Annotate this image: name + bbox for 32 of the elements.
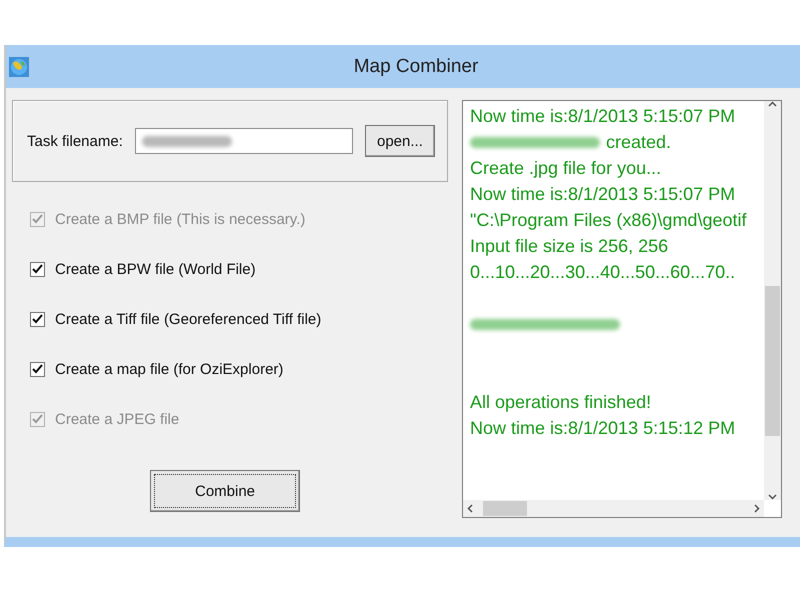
log-line: Input file size is 256, 256 <box>470 235 668 258</box>
checkmark-icon <box>32 414 43 424</box>
field-label: Task filename: <box>27 132 123 150</box>
log-line: Create .jpg file for you... <box>470 157 662 180</box>
checkbox[interactable] <box>30 262 45 276</box>
window-title: Map Combiner <box>352 56 480 78</box>
vertical-scrollbar[interactable] <box>764 101 781 500</box>
checkbox-label: Create a map file (for OziExplorer) <box>55 360 284 378</box>
checkbox-label: Create a BPW file (World File) <box>55 260 256 278</box>
checkmark-icon <box>32 314 43 324</box>
log-line: "C:\Program Files (x86)\gmd\geotif <box>470 209 746 232</box>
log-line: All operations finished! <box>470 391 652 414</box>
filename-field[interactable] <box>134 128 353 154</box>
horizontal-scrollbar[interactable] <box>463 500 764 517</box>
globe-icon <box>8 56 30 78</box>
log-line: 0...10...20...30...40...50...60...70.. <box>470 261 736 284</box>
checkbox[interactable] <box>30 312 45 326</box>
checkbox[interactable] <box>30 362 45 376</box>
log-line: Now time is:8/1/2013 5:15:07 PM <box>470 105 736 128</box>
checkbox-label: Create a Tiff file (Georeferenced Tiff file) <box>55 310 322 328</box>
checkmark-icon <box>32 264 43 274</box>
log-line: created. <box>606 131 672 154</box>
log-line: Now time is:8/1/2013 5:15:12 PM <box>470 417 736 440</box>
scrollbar-thumb[interactable] <box>483 501 527 516</box>
scrollbar-thumb[interactable] <box>765 286 780 436</box>
open-button[interactable]: open... <box>364 125 435 157</box>
checkbox-label: Create a JPEG file <box>55 410 180 428</box>
combine-button[interactable]: Combine <box>150 470 300 512</box>
checkbox-label: Create a BMP file (This is necessary.) <box>55 210 306 228</box>
log-line: Now time is:8/1/2013 5:15:07 PM <box>470 183 736 206</box>
checkmark-icon <box>32 364 43 374</box>
checkmark-icon <box>32 214 43 224</box>
